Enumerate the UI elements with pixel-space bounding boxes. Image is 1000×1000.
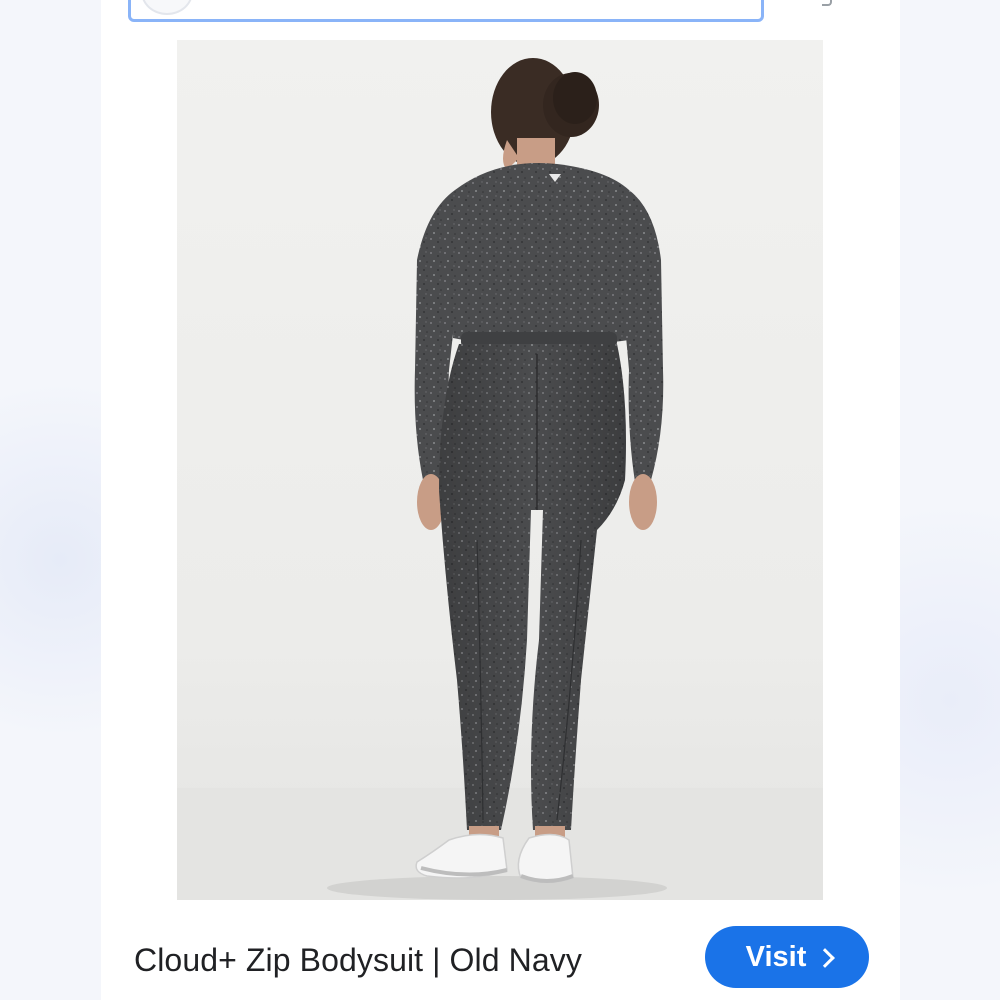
lens-icon[interactable] — [141, 0, 193, 15]
visit-button-label: Visit — [745, 940, 807, 973]
result-title-row: Cloud+ Zip Bodysuit | Old Navy Visit — [101, 900, 900, 1000]
visit-button[interactable]: Visit — [705, 926, 869, 988]
image-result-page: Cloud+ Zip Bodysuit | Old Navy Visit — [0, 0, 1000, 1000]
more-options-icon[interactable] — [822, 0, 832, 6]
product-title[interactable]: Cloud+ Zip Bodysuit | Old Navy — [134, 942, 582, 979]
chevron-right-icon — [815, 948, 836, 968]
product-photo-illustration — [177, 58, 823, 900]
search-bar[interactable] — [128, 0, 764, 22]
product-image[interactable] — [177, 40, 823, 900]
